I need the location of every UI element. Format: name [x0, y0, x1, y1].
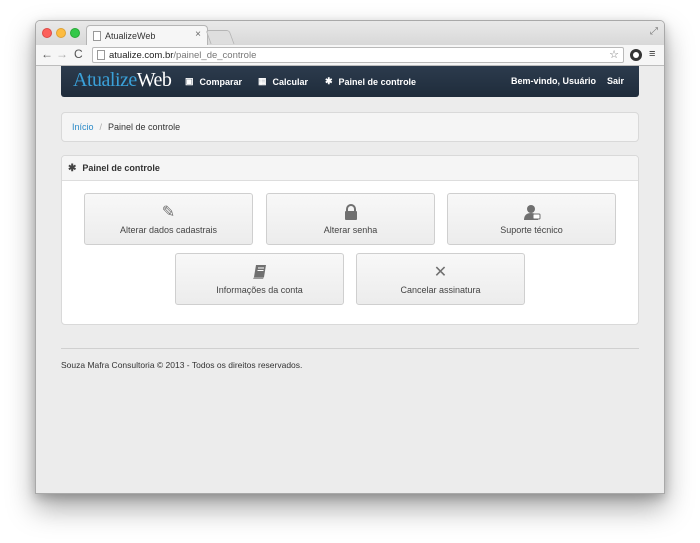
footer-copyright: Souza Mafra Consultoria © 2013 - Todos o… — [61, 360, 303, 370]
breadcrumb: Início / Painel de controle — [61, 112, 639, 142]
picture-icon: ▣ — [185, 76, 194, 86]
browser-tab[interactable]: AtualizeWeb × — [86, 25, 208, 45]
brand-logo[interactable]: AtualizeWeb — [73, 69, 172, 92]
top-navbar: AtualizeWeb ▣ Comparar ▦ Calcular ✱ Pain… — [61, 66, 639, 97]
nav-item-painel-de-controle[interactable]: ✱ Painel de controle — [325, 76, 416, 87]
tile-label: Cancelar assinatura — [400, 285, 481, 295]
tile-label: Alterar senha — [323, 225, 378, 235]
account-info-button[interactable]: Informações da conta — [175, 253, 344, 305]
forward-arrow-icon[interactable]: → — [56, 47, 68, 61]
logout-link[interactable]: Sair — [607, 76, 624, 86]
support-user-icon — [448, 204, 615, 222]
book-icon — [176, 264, 343, 282]
tech-support-button[interactable]: Suporte técnico — [447, 193, 616, 245]
close-window-button[interactable] — [42, 28, 52, 38]
menu-icon[interactable]: ≡ — [649, 48, 655, 60]
page-icon — [93, 30, 101, 41]
url-path: /painel_de_controle — [173, 49, 257, 61]
footer-divider — [61, 348, 639, 349]
gear-icon: ✱ — [325, 76, 333, 86]
back-arrow-icon[interactable]: ← — [41, 47, 53, 61]
tab-bar: AtualizeWeb × ⤢ — [36, 21, 664, 45]
change-password-button[interactable]: Alterar senha — [266, 193, 435, 245]
address-bar[interactable]: atualize.com.br/painel_de_controle ☆ — [92, 47, 624, 63]
tile-label: Alterar dados cadastrais — [119, 225, 218, 235]
tab-title: AtualizeWeb — [105, 30, 156, 41]
breadcrumb-current: Painel de controle — [108, 122, 181, 132]
control-panel: ✱ Painel de controle ✎ Alterar dados cad… — [61, 155, 639, 325]
nav-item-calcular[interactable]: ▦ Calcular — [258, 76, 308, 87]
browser-window: AtualizeWeb × ⤢ ← → C atualize.com.br/pa… — [35, 20, 665, 494]
reload-icon[interactable]: C — [74, 47, 83, 61]
welcome-user-link[interactable]: Bem-vindo, Usuário — [511, 76, 596, 86]
cancel-subscription-button[interactable]: ✕ Cancelar assinatura — [356, 253, 525, 305]
zoom-window-button[interactable] — [70, 28, 80, 38]
close-x-icon: ✕ — [433, 264, 448, 281]
edit-profile-button[interactable]: ✎ Alterar dados cadastrais — [84, 193, 253, 245]
url-host: atualize.com.br — [109, 49, 174, 61]
page-content: AtualizeWeb ▣ Comparar ▦ Calcular ✱ Pain… — [36, 66, 664, 493]
nav-item-comparar[interactable]: ▣ Comparar — [185, 76, 242, 87]
pencil-icon: ✎ — [161, 204, 176, 221]
browser-toolbar: ← → C atualize.com.br/painel_de_controle… — [36, 45, 664, 66]
tab-close-icon[interactable]: × — [195, 29, 201, 40]
page-icon — [97, 50, 105, 60]
breadcrumb-separator: / — [99, 122, 103, 132]
tile-label: Informações da conta — [216, 285, 303, 295]
minimize-window-button[interactable] — [56, 28, 66, 38]
fullscreen-icon[interactable]: ⤢ — [650, 26, 658, 37]
panel-heading: ✱ Painel de controle — [62, 156, 638, 181]
calculator-icon: ▦ — [258, 76, 267, 86]
new-tab-button[interactable] — [205, 30, 235, 44]
breadcrumb-home-link[interactable]: Início — [72, 122, 94, 132]
gear-icon: ✱ — [68, 162, 77, 174]
panel-title: Painel de controle — [82, 163, 160, 173]
bookmark-star-icon[interactable]: ☆ — [609, 48, 619, 61]
extension-icon[interactable] — [630, 49, 642, 61]
lock-icon — [267, 204, 434, 222]
tile-label: Suporte técnico — [500, 225, 563, 235]
